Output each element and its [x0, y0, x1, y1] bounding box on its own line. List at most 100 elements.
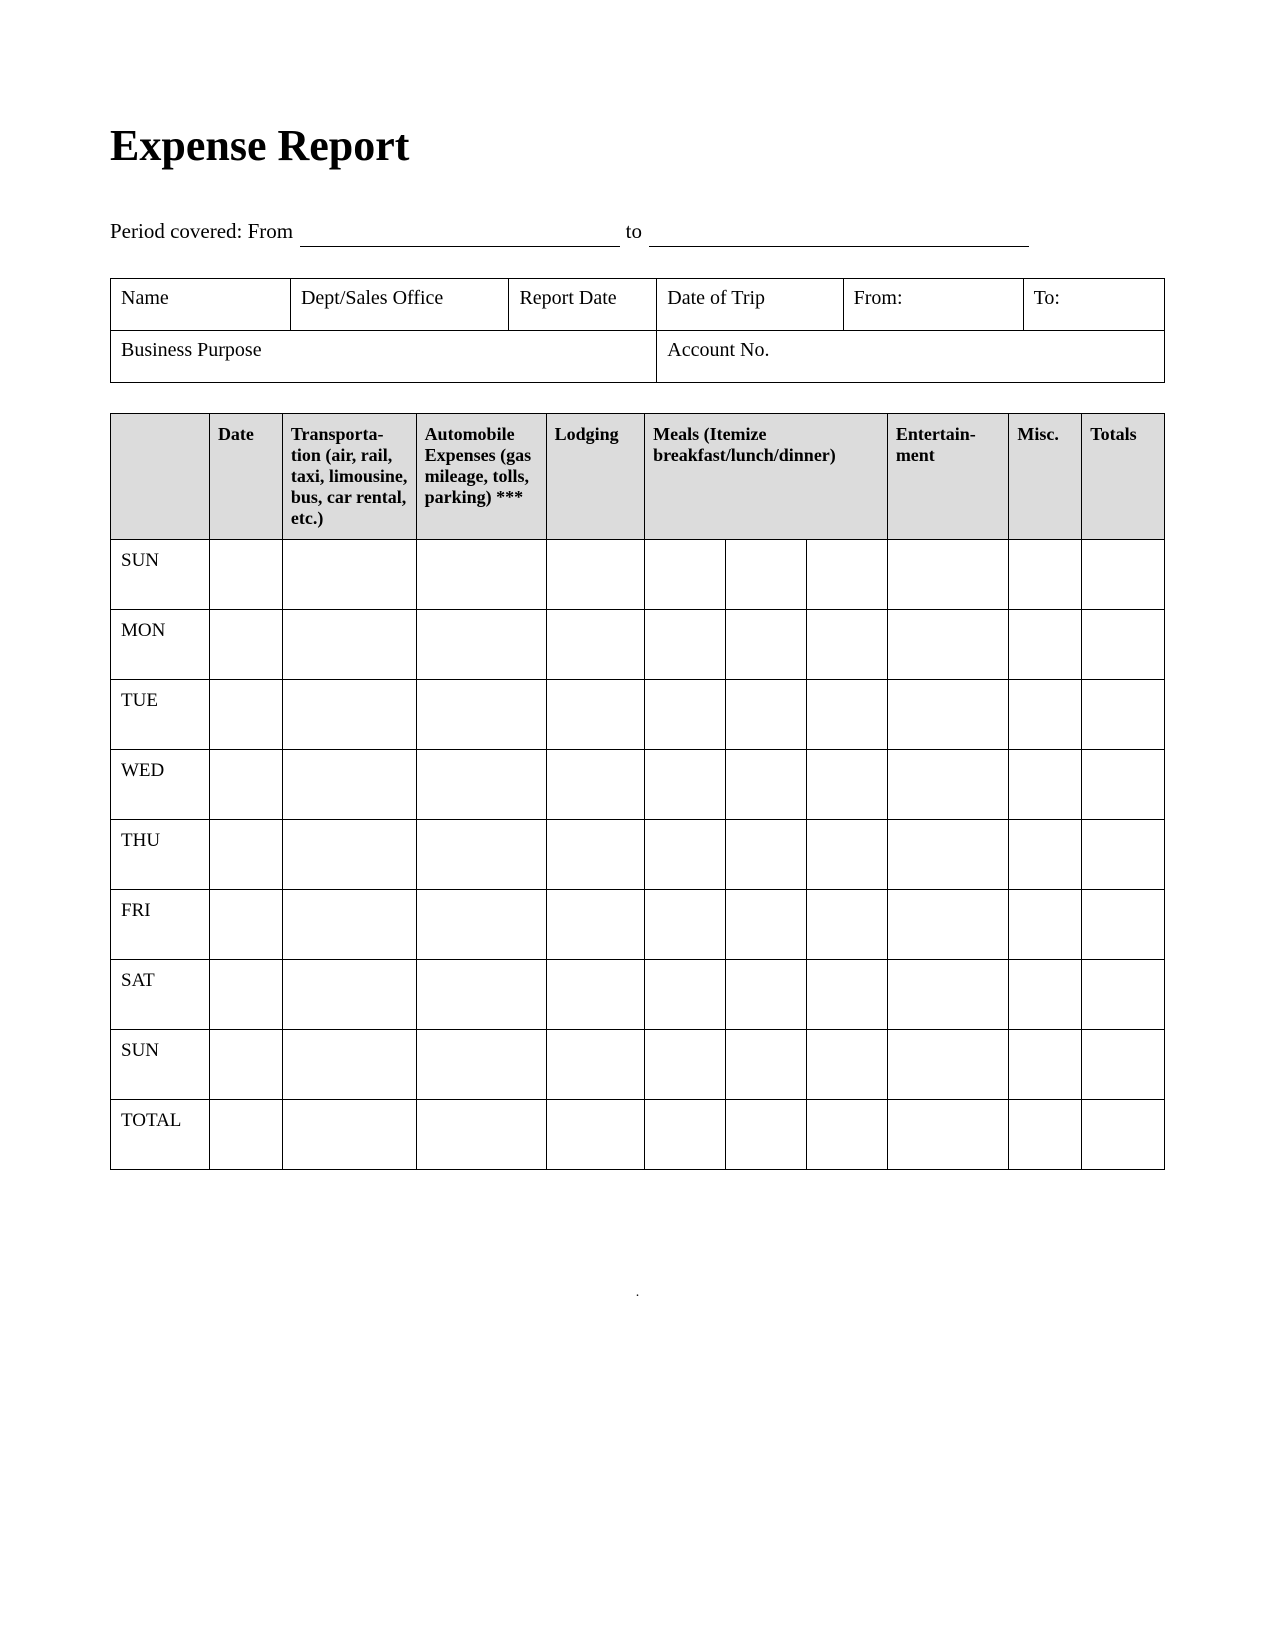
cell-automobile[interactable]	[416, 820, 546, 890]
cell-entertainment[interactable]	[887, 1030, 1009, 1100]
cell-meal-breakfast[interactable]	[645, 540, 726, 610]
cell-date[interactable]	[209, 890, 282, 960]
cell-lodging[interactable]	[546, 1100, 644, 1170]
cell-totals[interactable]	[1082, 1100, 1165, 1170]
cell-automobile[interactable]	[416, 960, 546, 1030]
cell-meal-lunch[interactable]	[726, 890, 807, 960]
cell-date[interactable]	[209, 1100, 282, 1170]
cell-totals[interactable]	[1082, 890, 1165, 960]
cell-entertainment[interactable]	[887, 960, 1009, 1030]
cell-totals[interactable]	[1082, 820, 1165, 890]
cell-meal-lunch[interactable]	[726, 960, 807, 1030]
cell-misc[interactable]	[1009, 890, 1082, 960]
cell-meal-lunch[interactable]	[726, 1030, 807, 1100]
cell-meal-breakfast[interactable]	[645, 1030, 726, 1100]
cell-meal-breakfast[interactable]	[645, 1100, 726, 1170]
info-dept-cell[interactable]: Dept/Sales Office	[290, 279, 509, 331]
cell-totals[interactable]	[1082, 680, 1165, 750]
cell-date[interactable]	[209, 820, 282, 890]
cell-lodging[interactable]	[546, 540, 644, 610]
cell-entertainment[interactable]	[887, 610, 1009, 680]
cell-date[interactable]	[209, 750, 282, 820]
cell-date[interactable]	[209, 1030, 282, 1100]
period-from-field[interactable]	[300, 227, 620, 247]
cell-transportation[interactable]	[282, 820, 416, 890]
cell-meal-lunch[interactable]	[726, 680, 807, 750]
cell-transportation[interactable]	[282, 540, 416, 610]
cell-automobile[interactable]	[416, 890, 546, 960]
cell-meal-lunch[interactable]	[726, 540, 807, 610]
cell-misc[interactable]	[1009, 750, 1082, 820]
cell-transportation[interactable]	[282, 1100, 416, 1170]
cell-transportation[interactable]	[282, 610, 416, 680]
cell-automobile[interactable]	[416, 610, 546, 680]
cell-meal-breakfast[interactable]	[645, 960, 726, 1030]
info-business-purpose-cell[interactable]: Business Purpose	[111, 331, 657, 383]
cell-entertainment[interactable]	[887, 680, 1009, 750]
cell-totals[interactable]	[1082, 960, 1165, 1030]
cell-entertainment[interactable]	[887, 820, 1009, 890]
cell-transportation[interactable]	[282, 1030, 416, 1100]
cell-automobile[interactable]	[416, 1030, 546, 1100]
cell-transportation[interactable]	[282, 680, 416, 750]
cell-entertainment[interactable]	[887, 1100, 1009, 1170]
cell-lodging[interactable]	[546, 820, 644, 890]
cell-entertainment[interactable]	[887, 750, 1009, 820]
cell-meal-dinner[interactable]	[806, 750, 887, 820]
cell-automobile[interactable]	[416, 750, 546, 820]
cell-lodging[interactable]	[546, 890, 644, 960]
cell-totals[interactable]	[1082, 610, 1165, 680]
cell-meal-breakfast[interactable]	[645, 890, 726, 960]
cell-automobile[interactable]	[416, 680, 546, 750]
info-to-cell[interactable]: To:	[1023, 279, 1164, 331]
cell-meal-dinner[interactable]	[806, 960, 887, 1030]
info-name-cell[interactable]: Name	[111, 279, 291, 331]
cell-transportation[interactable]	[282, 750, 416, 820]
cell-lodging[interactable]	[546, 680, 644, 750]
cell-automobile[interactable]	[416, 540, 546, 610]
cell-misc[interactable]	[1009, 820, 1082, 890]
cell-misc[interactable]	[1009, 540, 1082, 610]
info-date-of-trip-cell[interactable]: Date of Trip	[657, 279, 843, 331]
info-report-date-cell[interactable]: Report Date	[509, 279, 657, 331]
period-to-field[interactable]	[649, 227, 1029, 247]
cell-totals[interactable]	[1082, 1030, 1165, 1100]
cell-lodging[interactable]	[546, 610, 644, 680]
cell-date[interactable]	[209, 960, 282, 1030]
cell-date[interactable]	[209, 540, 282, 610]
cell-meal-dinner[interactable]	[806, 820, 887, 890]
cell-lodging[interactable]	[546, 960, 644, 1030]
cell-lodging[interactable]	[546, 750, 644, 820]
cell-meal-dinner[interactable]	[806, 540, 887, 610]
cell-meal-lunch[interactable]	[726, 820, 807, 890]
cell-totals[interactable]	[1082, 750, 1165, 820]
cell-misc[interactable]	[1009, 1030, 1082, 1100]
cell-date[interactable]	[209, 610, 282, 680]
cell-misc[interactable]	[1009, 680, 1082, 750]
cell-transportation[interactable]	[282, 960, 416, 1030]
cell-meal-breakfast[interactable]	[645, 750, 726, 820]
cell-meal-lunch[interactable]	[726, 750, 807, 820]
cell-meal-dinner[interactable]	[806, 1030, 887, 1100]
cell-transportation[interactable]	[282, 890, 416, 960]
cell-meal-dinner[interactable]	[806, 610, 887, 680]
cell-misc[interactable]	[1009, 960, 1082, 1030]
cell-meal-dinner[interactable]	[806, 890, 887, 960]
cell-misc[interactable]	[1009, 1100, 1082, 1170]
cell-entertainment[interactable]	[887, 890, 1009, 960]
cell-meal-breakfast[interactable]	[645, 820, 726, 890]
cell-automobile[interactable]	[416, 1100, 546, 1170]
cell-meal-breakfast[interactable]	[645, 610, 726, 680]
cell-totals[interactable]	[1082, 540, 1165, 610]
cell-date[interactable]	[209, 680, 282, 750]
cell-lodging[interactable]	[546, 1030, 644, 1100]
cell-meal-dinner[interactable]	[806, 1100, 887, 1170]
cell-meal-dinner[interactable]	[806, 680, 887, 750]
cell-entertainment[interactable]	[887, 540, 1009, 610]
cell-misc[interactable]	[1009, 610, 1082, 680]
cell-meal-lunch[interactable]	[726, 1100, 807, 1170]
cell-meal-breakfast[interactable]	[645, 680, 726, 750]
info-account-no-cell[interactable]: Account No.	[657, 331, 1165, 383]
cell-meal-lunch[interactable]	[726, 610, 807, 680]
info-from-cell[interactable]: From:	[843, 279, 1023, 331]
